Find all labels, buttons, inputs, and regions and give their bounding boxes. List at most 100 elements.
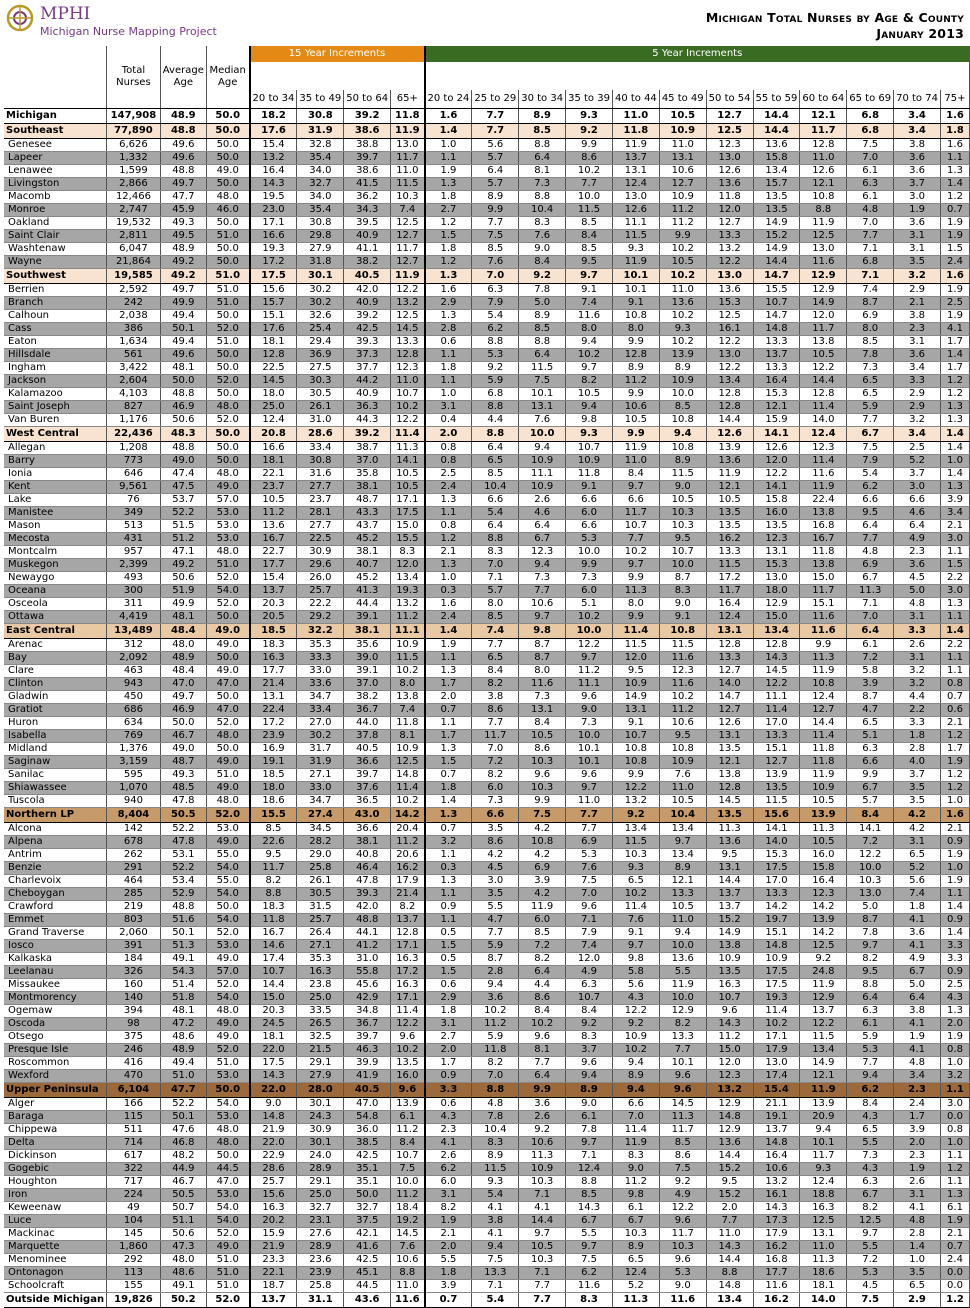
cell: 13.9 xyxy=(706,441,754,455)
cell: 8.9 xyxy=(565,1082,613,1098)
cell: 13.0 xyxy=(390,138,426,152)
cell: 11.9 xyxy=(612,1136,660,1150)
cell: 50.0 xyxy=(206,138,251,152)
cell: 39.2 xyxy=(343,108,392,124)
cell: 8.9 xyxy=(471,1149,520,1163)
cell: 7.8 xyxy=(846,348,895,362)
cell: 14.9 xyxy=(799,296,848,310)
cell: 36.7 xyxy=(343,703,392,717)
cell: 686 xyxy=(106,703,161,717)
cell: 8.0 xyxy=(612,597,660,611)
cell: 1.1 xyxy=(940,1175,970,1189)
cell: 8.8 xyxy=(799,203,848,217)
cell: 7.2 xyxy=(518,939,567,953)
row-name: Arenac xyxy=(4,638,108,652)
cell: 6.2 xyxy=(424,1162,473,1176)
cell: 14.8 xyxy=(390,768,426,782)
cell: 3.2 xyxy=(893,677,941,691)
cell: 1.4 xyxy=(940,441,970,455)
cell: 49.0 xyxy=(206,1017,251,1031)
cell: 18.0 xyxy=(249,387,298,401)
county-row: Dickinson 617 48.2 50.0 22.9 24.0 42.5 10.7 2.6 8… xyxy=(4,1149,970,1163)
cell: 104 xyxy=(106,1214,161,1228)
cell: 595 xyxy=(106,768,161,782)
cell: 8.4 xyxy=(565,1004,613,1018)
cell: 6.5 xyxy=(612,874,660,888)
cell: 8.4 xyxy=(471,664,520,678)
cell: 48.0 xyxy=(206,1123,251,1137)
cell: 16.7 xyxy=(249,926,298,940)
cell: 19,826 xyxy=(106,1292,161,1308)
header-blank xyxy=(4,46,108,109)
cell: 7.7 xyxy=(846,532,895,546)
row-name: West Central xyxy=(4,426,108,442)
cell: 14.9 xyxy=(799,1056,848,1070)
cell: 11.7 xyxy=(390,242,426,256)
cell: 2.0 xyxy=(424,426,473,442)
cell: 12.7 xyxy=(706,216,754,230)
cell: 0.3 xyxy=(424,584,473,598)
cell: 1.2 xyxy=(424,532,473,546)
county-row: Mackinac 145 50.6 52.0 15.9 27.6 42.1 14.5 2.1 4.… xyxy=(4,1227,970,1241)
cell: 35.3 xyxy=(296,638,345,652)
cell: 16.3 xyxy=(799,1201,848,1215)
county-row: Newaygo 493 50.6 52.0 15.4 26.0 45.2 13.4 1.0 7.1… xyxy=(4,571,970,585)
cell: 17.9 xyxy=(753,1227,801,1241)
cell: 44.5 xyxy=(343,1279,392,1293)
county-row: Shiawassee 1,070 48.5 49.0 18.0 33.0 37.6 11.4 1… xyxy=(4,781,970,795)
cell: 10.1 xyxy=(612,283,660,297)
cell: 16.4 xyxy=(799,874,848,888)
cell: 11.6 xyxy=(565,1279,613,1293)
cell: 1.9 xyxy=(893,1162,941,1176)
cell: 9,561 xyxy=(106,480,161,494)
cell: 8.5 xyxy=(565,242,613,256)
cell: 42.1 xyxy=(343,1227,392,1241)
cell: 7.3 xyxy=(846,361,895,375)
county-row: Gratiot 686 46.9 47.0 22.4 33.4 36.7 7.4 0.7 8.6 1… xyxy=(4,703,970,717)
cell: 31.1 xyxy=(296,1292,345,1308)
row-name: Grand Traverse xyxy=(4,926,108,940)
row-name: Muskegon xyxy=(4,558,108,572)
cell: 7.7 xyxy=(518,1056,567,1070)
group-5-year-increments: 5 Year Increments xyxy=(424,46,970,62)
cell: 45.2 xyxy=(343,571,392,585)
cell: 13.5 xyxy=(753,519,801,533)
cell: 5.7 xyxy=(471,584,520,598)
cell: 13.4 xyxy=(659,848,707,862)
cell: 7.7 xyxy=(518,1279,567,1293)
cell: 9.4 xyxy=(471,1240,520,1254)
cell: 5.6 xyxy=(471,138,520,152)
cell: 16.0 xyxy=(390,1069,426,1083)
cell: 10.7 xyxy=(565,991,613,1005)
cell: 48.1 xyxy=(160,610,207,624)
cell: 14.7 xyxy=(706,690,754,704)
cell: 7.9 xyxy=(565,926,613,940)
region-row: Outside Michigan 19,826 50.2 52.0 13.7 31.1 43… xyxy=(4,1292,970,1308)
cell: 13.1 xyxy=(753,545,801,559)
cell: 6.3 xyxy=(565,978,613,992)
cell: 9.5 xyxy=(846,506,895,520)
cell: 6,626 xyxy=(106,138,161,152)
cell: 46.7 xyxy=(160,729,207,743)
cell: 7.0 xyxy=(471,268,520,284)
row-name: Gladwin xyxy=(4,690,108,704)
county-row: Montcalm 957 47.1 48.0 22.7 30.9 38.1 8.3 2.1 8.3… xyxy=(4,545,970,559)
cell: 40.9 xyxy=(343,229,392,243)
cell: 6.4 xyxy=(471,164,520,178)
cell: 0.0 xyxy=(940,1266,970,1280)
cell: 49.0 xyxy=(206,664,251,678)
cell: 14.2 xyxy=(799,900,848,914)
row-name: Lake xyxy=(4,493,108,507)
cell: 8.0 xyxy=(846,322,895,336)
cell: 55.0 xyxy=(206,874,251,888)
cell: 14.5 xyxy=(706,794,754,808)
cell: 11.8 xyxy=(612,123,660,139)
cell: 0.9 xyxy=(424,1069,473,1083)
cell: 2.6 xyxy=(518,1110,567,1124)
cell: 1.1 xyxy=(424,651,473,665)
cell: 9.9 xyxy=(518,1082,567,1098)
cell: 1,376 xyxy=(106,742,161,756)
cell: 1.1 xyxy=(424,887,473,901)
cell: 4.4 xyxy=(518,978,567,992)
row-name: Alpena xyxy=(4,835,108,849)
